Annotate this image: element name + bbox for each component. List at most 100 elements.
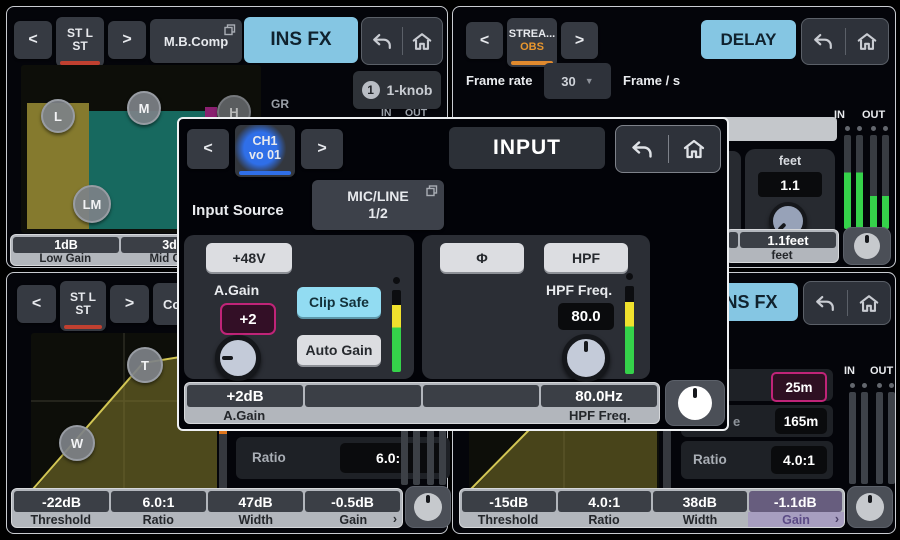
tab-ins-fx[interactable]: INS FX — [244, 17, 358, 63]
param-threshold-value[interactable]: -22dB — [14, 491, 109, 512]
param-value[interactable] — [423, 385, 539, 407]
tab-delay[interactable]: DELAY — [701, 20, 796, 59]
phase-hpf-section: Φ HPF HPF Freq. 80.0 — [422, 235, 650, 379]
next-channel-button[interactable]: > — [561, 22, 598, 59]
home-icon[interactable] — [669, 126, 721, 172]
low-mid-crossover-handle[interactable]: LM — [73, 185, 111, 223]
prev-channel-button[interactable]: < — [14, 21, 52, 59]
param-gain-value-selected[interactable]: -1.1dB — [749, 491, 843, 512]
undo-icon[interactable] — [804, 282, 847, 324]
attack-row-value[interactable]: 25m — [771, 372, 827, 402]
meter-peak-dot — [889, 383, 894, 388]
more-params-chevron-icon[interactable]: › — [393, 512, 397, 526]
mid-band-handle[interactable]: M — [127, 91, 161, 125]
input-source-label: Input Source — [192, 202, 284, 219]
feet-value[interactable]: 1.1 — [758, 172, 822, 197]
prev-channel-button[interactable]: < — [466, 22, 503, 59]
again-value[interactable]: +2 — [220, 303, 276, 335]
knob-pointer — [856, 493, 884, 521]
auto-gain-button[interactable]: Auto Gain — [297, 335, 381, 365]
param-feet-value[interactable]: 1.1feet — [740, 232, 836, 248]
clip-safe-button[interactable]: Clip Safe — [297, 287, 381, 317]
param-again-value[interactable]: +2dB — [187, 385, 303, 407]
meter-peak-dot — [857, 126, 862, 131]
next-channel-button[interactable]: > — [301, 129, 343, 169]
again-knob[interactable] — [215, 335, 261, 381]
meter-peak-dot — [626, 273, 633, 280]
param-gain-value[interactable]: -0.5dB — [305, 491, 400, 512]
channel-color-underline — [239, 171, 291, 175]
input-source-button[interactable]: MIC/LINE 1/2 — [312, 180, 444, 230]
delay-slider-track[interactable] — [723, 117, 837, 141]
effect-preset-label: M.B.Comp — [164, 34, 228, 49]
next-channel-button[interactable]: > — [110, 285, 149, 323]
param-ratio-label: Ratio — [556, 512, 652, 527]
param-hpf-freq-label: HPF Freq. — [541, 407, 660, 423]
param-threshold-value[interactable]: -15dB — [462, 491, 556, 512]
threshold-handle[interactable]: T — [127, 347, 163, 383]
meter-peak-dot — [850, 383, 855, 388]
ratio-row-value[interactable]: 4.0:1 — [771, 446, 827, 474]
out-meter-label: OUT — [870, 365, 893, 377]
frame-rate-dropdown[interactable]: 30 ▼ — [544, 63, 611, 99]
one-knob-label: 1-knob — [387, 82, 433, 98]
hpf-freq-knob[interactable] — [562, 334, 610, 382]
home-icon[interactable] — [403, 18, 443, 64]
hpf-freq-value[interactable]: 80.0 — [558, 303, 614, 330]
touch-knob-button[interactable] — [405, 486, 451, 528]
param-value[interactable] — [305, 385, 421, 407]
undo-icon[interactable] — [802, 19, 845, 64]
phase-button[interactable]: Φ — [440, 243, 524, 272]
home-icon[interactable] — [848, 282, 891, 324]
touch-knob-button[interactable] — [847, 486, 893, 528]
param-width-label: Width — [652, 512, 748, 527]
param-ratio-value[interactable]: 4.0:1 — [558, 491, 652, 512]
knob-pointer — [678, 386, 712, 420]
channel-select-button[interactable]: ST L ST — [60, 281, 106, 331]
knob-pointer — [414, 493, 442, 521]
meter-peak-dot — [871, 126, 876, 131]
hpf-button[interactable]: HPF — [544, 243, 628, 272]
ratio-row[interactable]: Ratio 4.0:1 — [681, 441, 833, 479]
param-low-gain-value[interactable]: 1dB — [13, 237, 119, 253]
low-band-handle[interactable]: L — [41, 99, 75, 133]
effect-preset-button[interactable]: M.B.Comp — [150, 19, 242, 63]
one-knob-badge-icon: 1 — [362, 81, 380, 99]
release-row-value[interactable]: 165m — [775, 408, 827, 434]
one-knob-button[interactable]: 1 1-knob — [353, 71, 441, 109]
meter-peak-dot — [877, 383, 882, 388]
home-icon[interactable] — [846, 19, 889, 64]
touch-knob-button[interactable] — [665, 380, 725, 426]
nav-icon-group — [803, 281, 891, 325]
channel-select-button[interactable]: ST L ST — [56, 17, 104, 67]
feet-label: feet — [745, 154, 835, 168]
knob-pointer — [220, 340, 256, 376]
touch-knob-button[interactable] — [843, 227, 891, 265]
console-screen: < ST L ST > M.B.Comp INS FX — [0, 0, 900, 540]
param-width-value[interactable]: 47dB — [208, 491, 303, 512]
meter-peak-dot — [845, 126, 850, 131]
param-value-fragment[interactable] — [728, 232, 738, 248]
param-gain-label-selected: Gain › — [748, 512, 844, 527]
width-handle[interactable]: W — [59, 425, 95, 461]
frame-unit-label: Frame / s — [623, 73, 680, 88]
hpf-level-meter — [625, 286, 634, 374]
param-width-value[interactable]: 38dB — [653, 491, 747, 512]
prev-channel-button[interactable]: < — [17, 285, 56, 323]
channel-name-2: ST — [75, 304, 90, 317]
next-channel-button[interactable]: > — [108, 21, 146, 59]
out-meter-l — [876, 392, 883, 484]
channel-select-button[interactable]: CH1 vo 01 — [235, 125, 295, 177]
more-params-chevron-icon[interactable]: › — [835, 512, 839, 526]
channel-select-button[interactable]: STREA... OBS — [507, 18, 557, 67]
undo-icon[interactable] — [362, 18, 402, 64]
gain-label-text: Gain — [339, 513, 367, 527]
phantom-48v-button[interactable]: +48V — [206, 243, 292, 272]
param-hpf-freq-value[interactable]: 80.0Hz — [541, 385, 657, 407]
param-ratio-value[interactable]: 6.0:1 — [111, 491, 206, 512]
in-meter-r — [856, 135, 863, 229]
prev-channel-button[interactable]: < — [187, 129, 229, 169]
out-meter-r — [888, 392, 895, 484]
gr-meter-label: GR — [271, 97, 289, 111]
undo-icon[interactable] — [616, 126, 668, 172]
